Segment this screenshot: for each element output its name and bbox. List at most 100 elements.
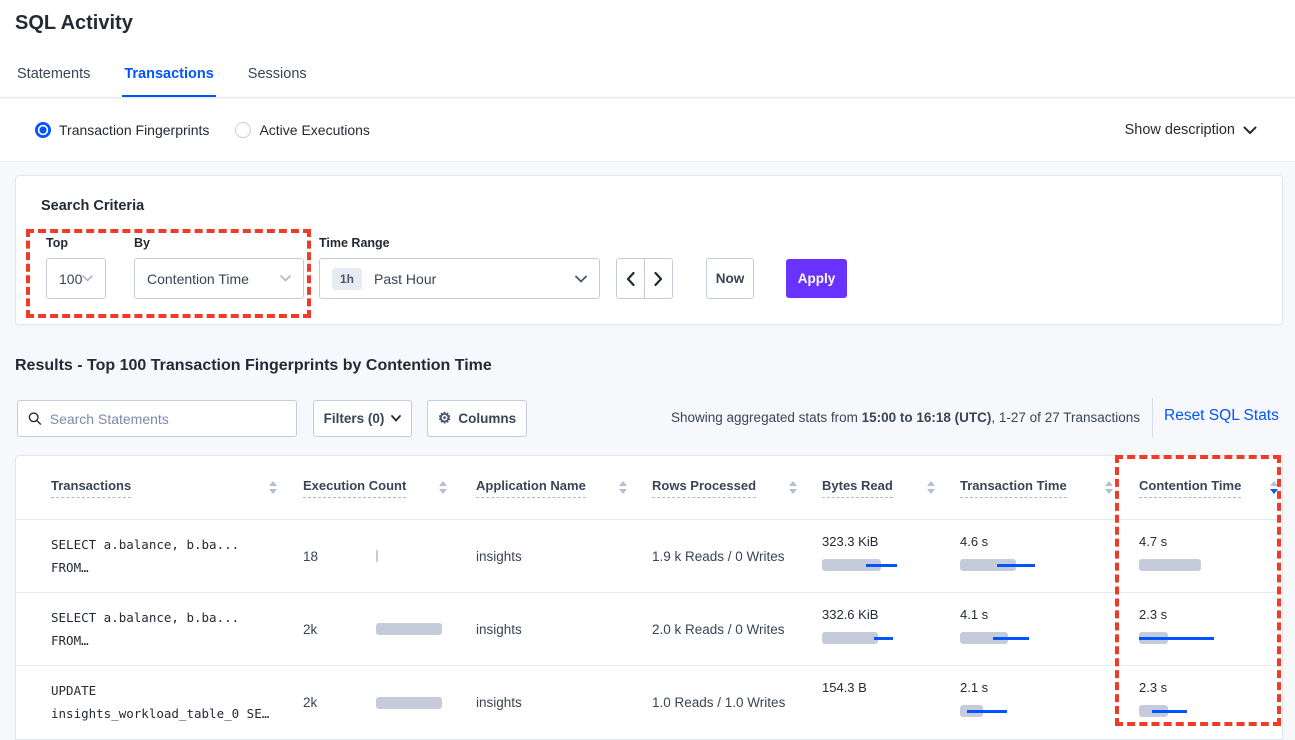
view-toggle-group: Transaction Fingerprints Active Executio… [35, 122, 370, 138]
time-range-pager [616, 258, 673, 299]
by-select[interactable]: Contention Time [134, 258, 304, 299]
top-label: Top [46, 236, 68, 250]
transaction-statement-link[interactable]: UPDATE insights_workload_table_0 SE… [16, 666, 301, 739]
execution-count-cell: 2k [301, 593, 471, 665]
filters-button[interactable]: Filters (0) [313, 400, 412, 437]
sort-icon[interactable] [619, 481, 627, 494]
reset-sql-stats-link[interactable]: Reset SQL Stats [1164, 407, 1279, 425]
column-header-bytes-read[interactable]: Bytes Read [821, 478, 959, 498]
execution-count-cell: 18 [301, 520, 471, 592]
chevron-down-icon [391, 415, 401, 422]
bytes-read-cell: 154.3 B [821, 666, 959, 739]
radio-active-executions[interactable]: Active Executions [235, 122, 370, 138]
view-toggle-band: Transaction Fingerprints Active Executio… [0, 99, 1295, 162]
chevron-down-icon [280, 275, 291, 282]
bytes-read-cell: 332.6 KiB [821, 593, 959, 665]
radio-selected-icon[interactable] [35, 122, 51, 138]
column-header-transaction-time[interactable]: Transaction Time [959, 478, 1137, 498]
time-range-label: Time Range [319, 236, 390, 250]
columns-button[interactable]: ⚙ Columns [427, 400, 527, 437]
sort-icon[interactable] [1270, 481, 1278, 494]
chevron-down-icon [1243, 126, 1257, 135]
transaction-time-bar [960, 559, 1040, 571]
column-header-transactions[interactable]: Transactions [16, 478, 301, 498]
top-select[interactable]: 100 [46, 258, 106, 299]
bytes-read-bar [822, 632, 902, 644]
column-header-contention-time[interactable]: Contention Time [1137, 478, 1282, 498]
transaction-time-cell: 4.6 s [959, 520, 1137, 592]
tab-statements[interactable]: Statements [15, 58, 92, 97]
tab-bar: Statements Transactions Sessions [15, 58, 309, 97]
contention-time-cell: 2.3 s [1137, 666, 1282, 739]
tab-sessions[interactable]: Sessions [246, 58, 309, 97]
show-description-toggle[interactable]: Show description [1125, 122, 1257, 138]
table-header-row: Transactions Execution Count Application… [16, 456, 1282, 520]
by-select-value: Contention Time [147, 271, 249, 287]
by-label: By [134, 236, 150, 250]
transactions-table: Transactions Execution Count Application… [15, 455, 1283, 740]
search-criteria-card: Search Criteria Top 100 By Contention Ti… [15, 175, 1283, 325]
contention-time-bar [1139, 559, 1219, 571]
contention-time-cell: 2.3 s [1137, 593, 1282, 665]
chevron-down-icon [82, 275, 93, 282]
show-description-label: Show description [1125, 122, 1235, 138]
rows-processed-cell: 1.9 k Reads / 0 Writes [651, 520, 821, 592]
transaction-time-bar [960, 632, 1040, 644]
transaction-statement-link[interactable]: SELECT a.balance, b.ba... FROM… [16, 520, 301, 592]
application-name-cell: insights [471, 520, 651, 592]
table-row: SELECT a.balance, b.ba... FROM… 2k insig… [16, 593, 1282, 666]
rows-processed-cell: 1.0 Reads / 1.0 Writes [651, 666, 821, 739]
gear-icon: ⚙ [438, 411, 451, 426]
transaction-time-cell: 4.1 s [959, 593, 1137, 665]
next-range-button[interactable] [645, 259, 672, 298]
now-button[interactable]: Now [706, 258, 754, 299]
sql-activity-page: SQL Activity Statements Transactions Ses… [0, 0, 1295, 740]
transaction-statement-link[interactable]: SELECT a.balance, b.ba... FROM… [16, 593, 301, 665]
sort-icon[interactable] [789, 481, 797, 494]
column-header-rows-processed[interactable]: Rows Processed [651, 478, 821, 498]
execution-count-bar [376, 623, 446, 635]
radio-unselected-icon[interactable] [235, 122, 251, 138]
time-range-select[interactable]: 1h Past Hour [319, 258, 600, 299]
chevron-down-icon [575, 275, 587, 283]
previous-range-button[interactable] [617, 259, 645, 298]
contention-time-bar [1139, 705, 1219, 717]
top-select-value: 100 [59, 271, 82, 287]
divider [1152, 398, 1153, 438]
search-criteria-title: Search Criteria [41, 198, 144, 214]
apply-button[interactable]: Apply [786, 259, 847, 298]
radio-transaction-fingerprints[interactable]: Transaction Fingerprints [35, 122, 209, 138]
transaction-time-cell: 2.1 s [959, 666, 1137, 739]
page-title: SQL Activity [15, 12, 133, 35]
sort-icon[interactable] [927, 481, 935, 494]
sort-icon[interactable] [269, 481, 277, 494]
execution-count-bar [376, 697, 446, 709]
bytes-read-bar [822, 705, 902, 717]
application-name-cell: insights [471, 593, 651, 665]
chevron-left-icon [626, 272, 635, 286]
application-name-cell: insights [471, 666, 651, 739]
execution-count-bar [376, 550, 446, 562]
tab-transactions[interactable]: Transactions [122, 58, 215, 97]
time-range-value: Past Hour [374, 271, 563, 287]
time-range-badge: 1h [332, 268, 362, 290]
bytes-read-cell: 323.3 KiB [821, 520, 959, 592]
contention-time-cell: 4.7 s [1137, 520, 1282, 592]
search-statements-input[interactable] [50, 411, 286, 427]
sort-icon[interactable] [1105, 481, 1113, 494]
chevron-right-icon [654, 272, 663, 286]
column-header-application-name[interactable]: Application Name [471, 478, 651, 498]
search-statements-box [17, 400, 297, 437]
radio-label: Active Executions [259, 122, 370, 138]
radio-label: Transaction Fingerprints [59, 122, 209, 138]
stats-time-range: 15:00 to 16:18 (UTC) [862, 410, 992, 425]
results-title: Results - Top 100 Transaction Fingerprin… [15, 357, 492, 375]
rows-processed-cell: 2.0 k Reads / 0 Writes [651, 593, 821, 665]
table-row: UPDATE insights_workload_table_0 SE… 2k … [16, 666, 1282, 739]
sort-icon[interactable] [439, 481, 447, 494]
column-header-execution-count[interactable]: Execution Count [301, 478, 471, 498]
transaction-time-bar [960, 705, 1040, 717]
bytes-read-bar [822, 559, 902, 571]
execution-count-cell: 2k [301, 666, 471, 739]
page-header: SQL Activity Statements Transactions Ses… [0, 0, 1295, 98]
